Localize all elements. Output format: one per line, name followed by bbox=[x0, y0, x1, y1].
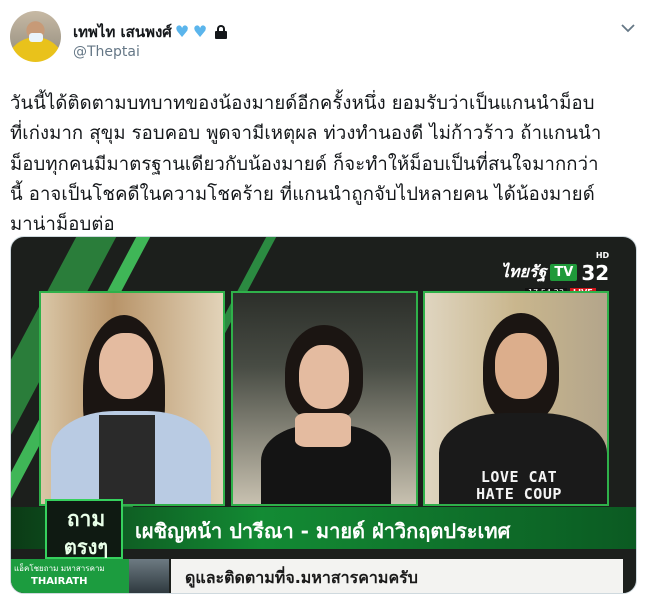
tshirt-line-1: LOVE CAT bbox=[480, 468, 558, 486]
name-row: เทพไท เสนพงศ์ ♥ ♥ bbox=[73, 20, 227, 44]
tshirt-line-2: HATE COUP bbox=[476, 485, 562, 503]
display-name[interactable]: เทพไท เสนพงศ์ bbox=[73, 20, 172, 44]
blue-heart-icon: ♥ bbox=[174, 22, 190, 41]
tweet-line: ม็อบทุกคนมีมาตรฐานเดียวกับน้องมายด์ ก็จะ… bbox=[10, 153, 599, 175]
person-neck bbox=[295, 413, 351, 447]
chevron-down-icon[interactable] bbox=[618, 18, 638, 38]
tweet-line: นี้ อาจเป็นโชคดีในความโชคร้าย ที่แกนนำถู… bbox=[10, 183, 595, 205]
person-face bbox=[99, 333, 153, 399]
tweet-card: เทพไท เสนพงศ์ ♥ ♥ @Theptai วันนี้ได้ติดต… bbox=[0, 0, 650, 606]
tshirt-text: LOVE CAT HATE COUP bbox=[469, 469, 569, 503]
channel-name: ไทยรัฐ bbox=[501, 262, 547, 281]
user-handle[interactable]: @Theptai bbox=[73, 44, 140, 60]
video-panel-right: LOVE CAT HATE COUP bbox=[423, 291, 609, 506]
ticker-text: ดูและติดตามที่จ.มหาสารคามครับ bbox=[185, 568, 418, 587]
video-panel-center bbox=[231, 291, 418, 506]
tweet-text: วันนี้ได้ติดตามบทบาทของน้องมายด์อีกครั้ง… bbox=[10, 89, 640, 240]
show-logo: ถาม ตรงๆ bbox=[45, 499, 123, 559]
channel-tv: TV bbox=[550, 264, 578, 281]
ticker-thumbnail bbox=[129, 559, 169, 593]
blue-heart-icon: ♥ bbox=[192, 22, 208, 41]
person-hair-long bbox=[99, 415, 155, 504]
video-panel-left bbox=[39, 291, 225, 506]
broadcast-headline: เผชิญหน้า ปารีณา - มายด์ ฝ่าวิกฤตประเทศ bbox=[135, 519, 511, 543]
avatar[interactable] bbox=[10, 11, 61, 62]
channel-number: 32 bbox=[581, 260, 610, 285]
tweet-line: ที่เก่งมาก สุขุม รอบคอบ พูดจามีเหตุผล ท่… bbox=[10, 123, 602, 145]
tweet-line: วันนี้ได้ติดตามบทบาทของน้องมายด์อีกครั้ง… bbox=[10, 93, 595, 114]
person-face bbox=[495, 333, 547, 399]
ticker-subline: ดูและติดตามที่จ.มหาสารคามครับ bbox=[171, 559, 623, 593]
ticker-tag: แอ็คโชยถาม มหาสารคาม THAIRATH bbox=[11, 559, 129, 593]
lock-icon bbox=[214, 25, 227, 39]
hd-label: HD bbox=[595, 251, 610, 260]
person-face bbox=[299, 345, 349, 409]
ticker-tag-line-1: แอ็คโชยถาม มหาสารคาม bbox=[14, 564, 105, 573]
channel-logo: ไทยรัฐ TV 32 HD bbox=[501, 251, 610, 285]
tweet-media-image[interactable]: ไทยรัฐ TV 32 HD 17:54:23 LIVE LOVE CAT H… bbox=[10, 236, 637, 594]
ticker-tag-line-2: THAIRATH bbox=[31, 576, 88, 587]
